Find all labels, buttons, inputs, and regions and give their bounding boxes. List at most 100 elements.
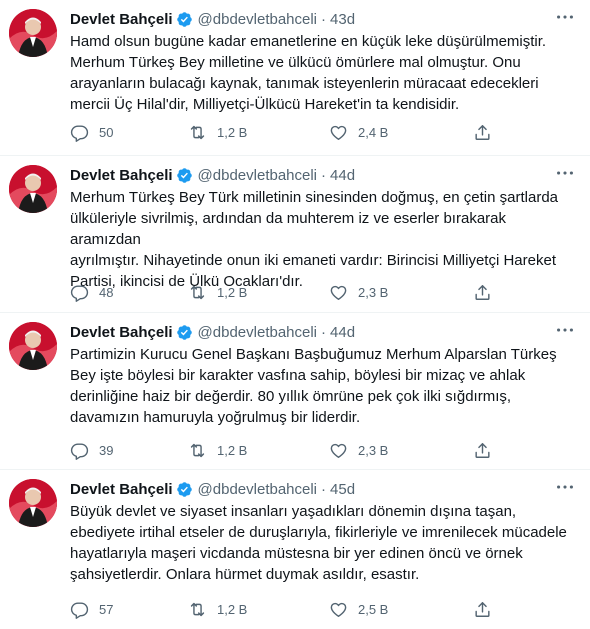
verified-badge-icon [176, 324, 193, 341]
tweet[interactable]: Devlet Bahçeli @dbdevletbahceli · 43d Ha… [0, 0, 590, 156]
reply-count: 57 [99, 601, 114, 617]
tweet-text-line: Merhum Türkeş Bey Türk milletinin sinesi… [70, 189, 558, 206]
more-options-icon[interactable] [554, 476, 576, 498]
author-handle[interactable]: @dbdevletbahceli [198, 324, 317, 341]
tweet-text-line: Partimizin Kurucu Genel Başkanı Başbuğum… [70, 346, 557, 363]
tweet-feed: Devlet Bahçeli @dbdevletbahceli · 43d Ha… [0, 0, 590, 629]
reply-icon [70, 442, 89, 460]
like-button[interactable]: 2,3 B [329, 277, 388, 307]
more-options-icon[interactable] [554, 162, 576, 184]
reply-count: 39 [99, 442, 114, 458]
avatar-image [9, 9, 57, 57]
share-button[interactable] [473, 277, 502, 307]
like-count: 2,5 B [358, 601, 389, 617]
avatar[interactable] [9, 165, 57, 213]
like-count: 2,4 B [358, 124, 389, 140]
retweet-icon [190, 125, 205, 139]
heart-icon [330, 602, 347, 617]
more-options-icon[interactable] [554, 6, 576, 28]
tweet-text-line: Büyük devlet ve siyaset insanları yaşadı… [70, 503, 517, 520]
author-name[interactable]: Devlet Bahçeli [70, 11, 173, 28]
tweet-text-line: ebediyete irtihal etseler de duruşlarıyl… [70, 524, 567, 541]
tweet-actions: 57 1,2 B 2,5 B [70, 594, 500, 624]
share-icon [475, 442, 490, 458]
tweet-text-line: derinliğine haiz bir değerdir. 80 yıllık… [70, 388, 512, 405]
avatar-image [9, 322, 57, 370]
reply-icon [70, 284, 89, 302]
heart-icon [330, 443, 347, 458]
tweet-text-line: ayrılmıştır. Nihayetinde onun iki emanet… [70, 252, 556, 269]
separator-dot: · [321, 480, 327, 498]
separator-dot: · [321, 323, 327, 341]
share-icon [475, 284, 490, 300]
like-button[interactable]: 2,5 B [329, 594, 388, 624]
share-button[interactable] [473, 117, 502, 147]
share-icon [475, 124, 490, 140]
like-count: 2,3 B [358, 442, 389, 458]
reply-button[interactable]: 39 [70, 435, 113, 465]
author-name[interactable]: Devlet Bahçeli [70, 167, 173, 184]
retweet-button[interactable]: 1,2 B [188, 277, 247, 307]
like-button[interactable]: 2,3 B [329, 435, 388, 465]
heart-icon [330, 125, 347, 140]
reply-button[interactable]: 57 [70, 594, 113, 624]
author-handle[interactable]: @dbdevletbahceli [198, 481, 317, 498]
tweet-text-line: davamızın hamuruyla yoğrulmuş bir liderd… [70, 409, 361, 426]
verified-badge-icon [176, 481, 193, 498]
tweet-timestamp[interactable]: 43d [330, 11, 355, 28]
tweet-timestamp[interactable]: 44d [330, 324, 355, 341]
author-name[interactable]: Devlet Bahçeli [70, 481, 173, 498]
avatar[interactable] [9, 9, 57, 57]
tweet[interactable]: Devlet Bahçeli @dbdevletbahceli · 44d Me… [0, 156, 590, 313]
share-button[interactable] [473, 435, 502, 465]
tweet-text-line: mercii Üç Hilal'dir, Milliyetçi-Ülkücü H… [70, 96, 460, 113]
share-icon [475, 601, 490, 617]
retweet-icon [190, 285, 205, 299]
tweet-text-line: Merhum Türkeş Bey milletine ve ülkücü öm… [70, 54, 521, 71]
author-handle[interactable]: @dbdevletbahceli [198, 11, 317, 28]
heart-icon [330, 285, 347, 300]
retweet-count: 1,2 B [217, 124, 248, 140]
retweet-icon [190, 602, 205, 616]
tweet-actions: 50 1,2 B 2,4 B [70, 117, 500, 147]
verified-badge-icon [176, 11, 193, 28]
tweet-actions: 48 1,2 B 2,3 B [70, 277, 500, 307]
tweet-header: Devlet Bahçeli @dbdevletbahceli · 45d [70, 478, 580, 500]
tweet-text-line: ülküleriyle sivrilmiş, ardından da muhte… [70, 210, 506, 248]
author-name[interactable]: Devlet Bahçeli [70, 324, 173, 341]
reply-icon [70, 601, 89, 619]
tweet-text-line: şahsiyetlerdir. Onlara hürmet duymak ası… [70, 566, 420, 583]
reply-button[interactable]: 50 [70, 117, 113, 147]
tweet-text: Partimizin Kurucu Genel Başkanı Başbuğum… [70, 344, 575, 428]
more-options-icon[interactable] [554, 319, 576, 341]
author-handle[interactable]: @dbdevletbahceli [198, 167, 317, 184]
tweet-text-line: hayatlarıyla maşeri vicdanda müstesna bi… [70, 545, 523, 562]
avatar-image [9, 479, 57, 527]
tweet-text-line: arayanların bulacağı kaynak, tanımak ist… [70, 75, 539, 92]
tweet-text: Hamd olsun bugüne kadar emanetlerine en … [70, 31, 575, 115]
like-count: 2,3 B [358, 284, 389, 300]
retweet-button[interactable]: 1,2 B [188, 594, 247, 624]
avatar[interactable] [9, 322, 57, 370]
tweet[interactable]: Devlet Bahçeli @dbdevletbahceli · 44d Pa… [0, 313, 590, 470]
tweet-text-line: Bey işte böylesi bir karakter vasfına sa… [70, 367, 526, 384]
retweet-count: 1,2 B [217, 601, 248, 617]
retweet-count: 1,2 B [217, 442, 248, 458]
separator-dot: · [321, 10, 327, 28]
tweet-timestamp[interactable]: 45d [330, 481, 355, 498]
reply-icon [70, 124, 89, 142]
tweet-timestamp[interactable]: 44d [330, 167, 355, 184]
tweet-header: Devlet Bahçeli @dbdevletbahceli · 44d [70, 164, 580, 186]
retweet-button[interactable]: 1,2 B [188, 435, 247, 465]
reply-button[interactable]: 48 [70, 277, 113, 307]
retweet-icon [190, 443, 205, 457]
avatar[interactable] [9, 479, 57, 527]
tweet-header: Devlet Bahçeli @dbdevletbahceli · 43d [70, 8, 580, 30]
tweet-text-line: Hamd olsun bugüne kadar emanetlerine en … [70, 33, 547, 50]
like-button[interactable]: 2,4 B [329, 117, 388, 147]
tweet-actions: 39 1,2 B 2,3 B [70, 435, 500, 465]
retweet-button[interactable]: 1,2 B [188, 117, 247, 147]
tweet-header: Devlet Bahçeli @dbdevletbahceli · 44d [70, 321, 580, 343]
share-button[interactable] [473, 594, 502, 624]
tweet[interactable]: Devlet Bahçeli @dbdevletbahceli · 45d Bü… [0, 470, 590, 629]
